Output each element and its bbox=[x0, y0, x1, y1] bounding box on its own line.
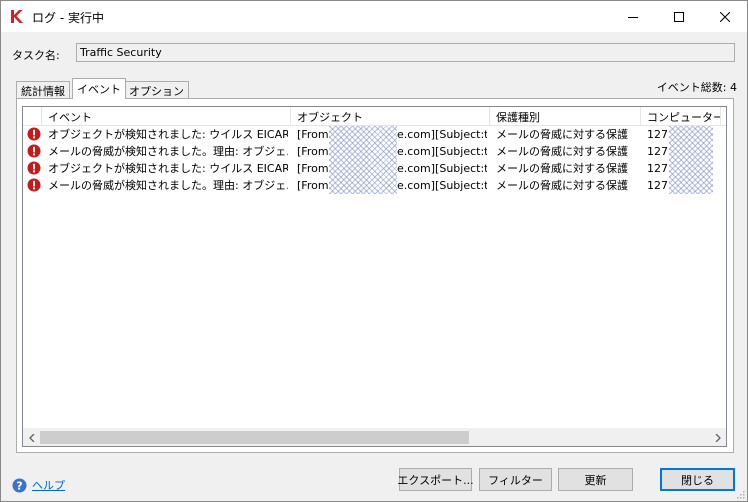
column-header-object[interactable]: オブジェクト bbox=[291, 107, 490, 125]
error-icon bbox=[27, 127, 41, 141]
task-name-label: タスク名: bbox=[12, 49, 60, 62]
close-icon bbox=[720, 11, 730, 22]
redacted-area bbox=[329, 160, 397, 177]
cell-event: オブジェクトが検知されました: ウイルス EICAR-Te... bbox=[48, 162, 288, 175]
task-name-field[interactable]: Traffic Security bbox=[76, 43, 735, 62]
horizontal-scrollbar[interactable] bbox=[23, 428, 726, 446]
redacted-area bbox=[669, 143, 713, 160]
table-row[interactable]: メールの脅威が検知されました。理由: オブジェ... [From: e.com]… bbox=[23, 177, 726, 194]
kaspersky-logo-icon bbox=[11, 10, 23, 23]
list-rows: オブジェクトが検知されました: ウイルス EICAR-Te... [From: … bbox=[23, 126, 726, 194]
resize-grip-icon[interactable] bbox=[735, 489, 745, 499]
error-icon bbox=[27, 178, 41, 192]
chevron-right-icon bbox=[715, 433, 721, 442]
redacted-area bbox=[669, 160, 713, 177]
cell-protection: メールの脅威に対する保護 bbox=[496, 145, 628, 158]
help-link[interactable]: ヘルプ bbox=[32, 477, 65, 493]
table-row[interactable]: オブジェクトが検知されました: ウイルス EICAR-Te... [From: … bbox=[23, 126, 726, 143]
cell-protection: メールの脅威に対する保護 bbox=[496, 128, 628, 141]
column-header-protection[interactable]: 保護種別 bbox=[490, 107, 641, 125]
event-count: イベント総数: 4 bbox=[656, 81, 737, 94]
redacted-area bbox=[669, 177, 713, 194]
title-bar[interactable]: ログ - 実行中 bbox=[1, 1, 747, 32]
tab-statistics[interactable]: 統計情報 bbox=[16, 81, 70, 98]
cell-object-suffix: e.com][Subject:t... bbox=[397, 145, 487, 158]
cell-event: メールの脅威が検知されました。理由: オブジェ... bbox=[48, 179, 288, 192]
tab-options[interactable]: オプション bbox=[124, 81, 189, 98]
table-row[interactable]: メールの脅威が検知されました。理由: オブジェ... [From: e.com]… bbox=[23, 143, 726, 160]
tab-events[interactable]: イベント bbox=[72, 78, 126, 99]
cell-protection: メールの脅威に対する保護 bbox=[496, 162, 628, 175]
redacted-area bbox=[329, 143, 397, 160]
window-title: ログ - 実行中 bbox=[32, 11, 104, 25]
refresh-button[interactable]: 更新 bbox=[558, 468, 633, 491]
chevron-left-icon bbox=[28, 433, 34, 442]
svg-text:?: ? bbox=[16, 479, 22, 492]
error-icon bbox=[27, 144, 41, 158]
table-row[interactable]: オブジェクトが検知されました: ウイルス EICAR-Te... [From: … bbox=[23, 160, 726, 177]
redacted-area bbox=[329, 126, 397, 143]
cell-object-suffix: e.com][Subject:t... bbox=[397, 179, 487, 192]
column-header-icon[interactable] bbox=[23, 107, 42, 125]
maximize-button[interactable] bbox=[656, 1, 702, 32]
column-header-computer[interactable]: コンピューター bbox=[641, 107, 721, 125]
close-button[interactable]: 閉じる bbox=[660, 468, 735, 491]
scroll-right-button[interactable] bbox=[709, 429, 726, 446]
redacted-area bbox=[329, 177, 397, 194]
help-icon: ? bbox=[12, 478, 27, 492]
cell-event: オブジェクトが検知されました: ウイルス EICAR-Te... bbox=[48, 128, 288, 141]
cell-protection: メールの脅威に対する保護 bbox=[496, 179, 628, 192]
cell-object-suffix: e.com][Subject:t... bbox=[397, 162, 487, 175]
scroll-thumb[interactable] bbox=[40, 431, 469, 444]
minimize-button[interactable] bbox=[610, 1, 656, 32]
redacted-area bbox=[669, 126, 713, 143]
tab-panel: イベント オブジェクト 保護種別 コンピューター オブジェクトが検知されました:… bbox=[16, 98, 734, 453]
event-list[interactable]: イベント オブジェクト 保護種別 コンピューター オブジェクトが検知されました:… bbox=[22, 106, 727, 447]
help-area: ? ヘルプ bbox=[12, 477, 65, 493]
column-header-event[interactable]: イベント bbox=[42, 107, 291, 125]
export-button[interactable]: エクスポート... bbox=[397, 468, 474, 491]
close-window-button[interactable] bbox=[702, 1, 747, 32]
list-header: イベント オブジェクト 保護種別 コンピューター bbox=[23, 107, 726, 126]
filter-button[interactable]: フィルター bbox=[479, 468, 552, 491]
scroll-left-button[interactable] bbox=[23, 429, 40, 446]
cell-object-suffix: e.com][Subject:t... bbox=[397, 128, 487, 141]
error-icon bbox=[27, 161, 41, 175]
log-window: ログ - 実行中 タスク名: Traffic Security 統計情報 イベン… bbox=[0, 0, 748, 502]
maximize-icon bbox=[674, 11, 684, 22]
cell-event: メールの脅威が検知されました。理由: オブジェ... bbox=[48, 145, 288, 158]
minimize-icon bbox=[628, 16, 638, 18]
